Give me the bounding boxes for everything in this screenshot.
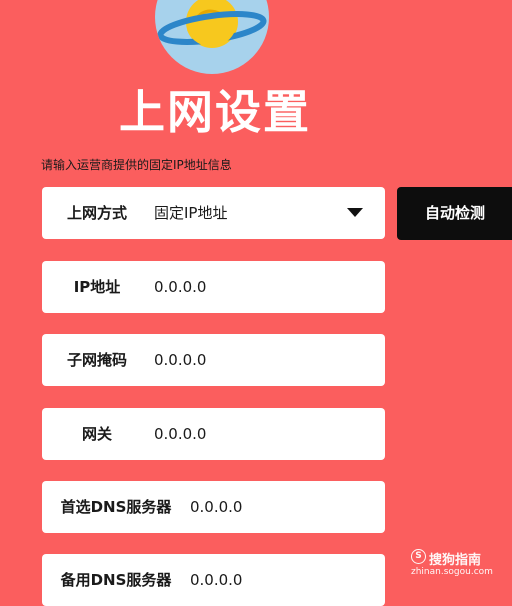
auto-detect-button[interactable]: 自动检测	[397, 187, 512, 240]
watermark-brand: 搜狗指南	[429, 553, 482, 568]
subnet-mask-label: 子网掩码	[66, 351, 127, 369]
secondary-dns-label: 备用DNS服务器	[60, 571, 172, 589]
chevron-down-icon[interactable]	[347, 208, 363, 217]
subnet-mask-input[interactable]: 0.0.0.0	[154, 334, 206, 386]
subnet-mask-field[interactable]: 子网掩码 0.0.0.0	[42, 334, 385, 386]
instruction-text: 请输入运营商提供的固定IP地址信息	[41, 158, 232, 172]
planet-logo-icon	[155, 0, 269, 74]
page-title: 上网设置	[119, 85, 311, 139]
sogou-watermark: S 搜狗指南 zhinan.sogou.com	[409, 547, 509, 581]
primary-dns-input[interactable]: 0.0.0.0	[190, 481, 242, 533]
gateway-field[interactable]: 网关 0.0.0.0	[42, 408, 385, 460]
primary-dns-label: 首选DNS服务器	[60, 498, 172, 516]
connection-type-value: 固定IP地址	[154, 204, 228, 222]
secondary-dns-field[interactable]: 备用DNS服务器 0.0.0.0	[42, 554, 385, 606]
gateway-input[interactable]: 0.0.0.0	[154, 408, 206, 460]
sogou-logo-icon: S	[411, 549, 426, 564]
ip-address-field[interactable]: IP地址 0.0.0.0	[42, 261, 385, 313]
connection-type-label: 上网方式	[66, 204, 127, 222]
ip-address-input[interactable]: 0.0.0.0	[154, 261, 206, 313]
secondary-dns-input[interactable]: 0.0.0.0	[190, 554, 242, 606]
gateway-label: 网关	[81, 425, 112, 443]
connection-type-select[interactable]: 上网方式 固定IP地址	[42, 187, 385, 239]
watermark-url: zhinan.sogou.com	[411, 567, 493, 577]
primary-dns-field[interactable]: 首选DNS服务器 0.0.0.0	[42, 481, 385, 533]
ip-address-label: IP地址	[73, 278, 121, 296]
